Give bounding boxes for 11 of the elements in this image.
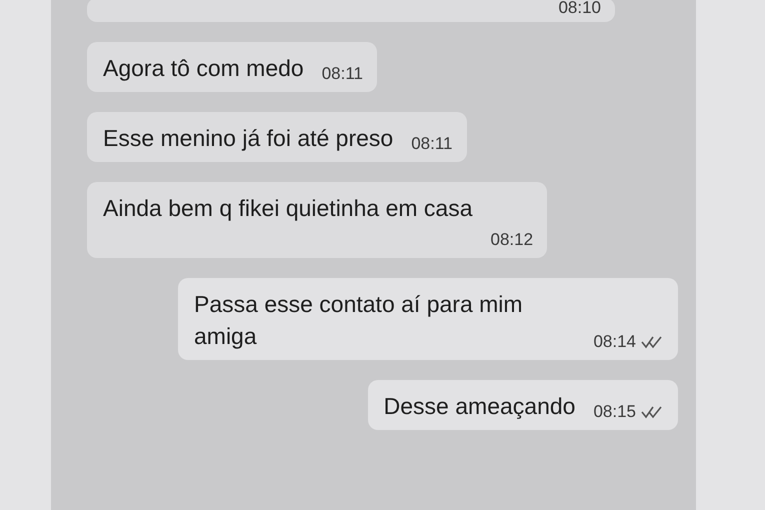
message-text: Desse ameaçando — [384, 392, 576, 421]
message-time: 08:12 — [490, 230, 534, 250]
message-text: Agora tô com medo — [103, 54, 304, 83]
message-text: Passa esse contato aí para mim amiga — [194, 290, 524, 351]
message-time: 08:15 — [593, 402, 636, 422]
message-time: 08:14 — [593, 332, 636, 352]
message-text: Ainda bem q fikei quietinha em casa — [103, 194, 474, 223]
message-time: 08:10 — [558, 0, 601, 18]
message-time: 08:11 — [411, 134, 452, 154]
message-text: Esse menino já foi até preso — [103, 124, 394, 153]
message-time: 08:11 — [322, 64, 363, 84]
